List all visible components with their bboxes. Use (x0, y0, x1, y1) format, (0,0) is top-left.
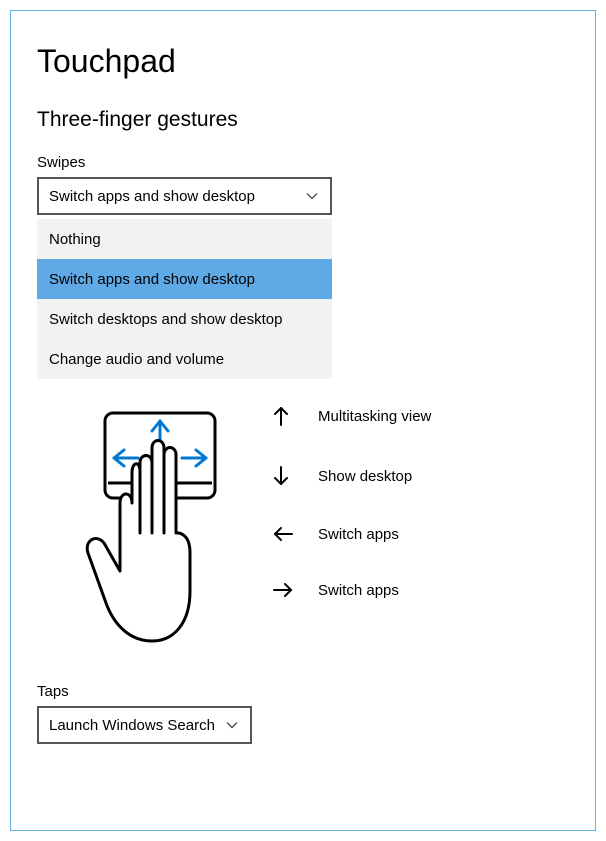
taps-combobox[interactable]: Launch Windows Search (37, 706, 252, 744)
arrow-left-icon (272, 525, 318, 543)
swipes-option-change-audio-volume[interactable]: Change audio and volume (37, 339, 332, 379)
swipes-dropdown: Nothing Switch apps and show desktop Swi… (37, 219, 332, 379)
swipes-selected-value: Switch apps and show desktop (49, 188, 304, 205)
swipes-combobox[interactable]: Switch apps and show desktop (37, 177, 332, 215)
legend-row-up: Multitasking view (272, 405, 569, 427)
chevron-down-icon (304, 188, 320, 204)
swipes-label: Swipes (37, 154, 569, 171)
chevron-down-icon (224, 717, 240, 733)
arrow-right-icon (272, 581, 318, 599)
arrow-up-icon (272, 405, 318, 427)
swipes-option-nothing[interactable]: Nothing (37, 219, 332, 259)
section-title: Three-finger gestures (37, 108, 569, 132)
arrow-down-icon (272, 465, 318, 487)
taps-label: Taps (37, 683, 569, 700)
legend-right-label: Switch apps (318, 582, 399, 599)
legend-row-left: Switch apps (272, 525, 569, 543)
legend-row-down: Show desktop (272, 465, 569, 487)
gesture-legend: Multitasking view Show desktop Switch ap… (272, 395, 569, 653)
touchpad-hand-illustration (37, 395, 272, 653)
gesture-illustration-area: Multitasking view Show desktop Switch ap… (37, 395, 569, 653)
page-title: Touchpad (37, 43, 569, 80)
taps-selected-value: Launch Windows Search (49, 717, 224, 734)
settings-panel: Touchpad Three-finger gestures Swipes Sw… (10, 10, 596, 831)
legend-left-label: Switch apps (318, 526, 399, 543)
swipes-option-switch-desktops-show-desktop[interactable]: Switch desktops and show desktop (37, 299, 332, 339)
legend-up-label: Multitasking view (318, 408, 431, 425)
swipes-option-switch-apps-show-desktop[interactable]: Switch apps and show desktop (37, 259, 332, 299)
legend-row-right: Switch apps (272, 581, 569, 599)
legend-down-label: Show desktop (318, 468, 412, 485)
